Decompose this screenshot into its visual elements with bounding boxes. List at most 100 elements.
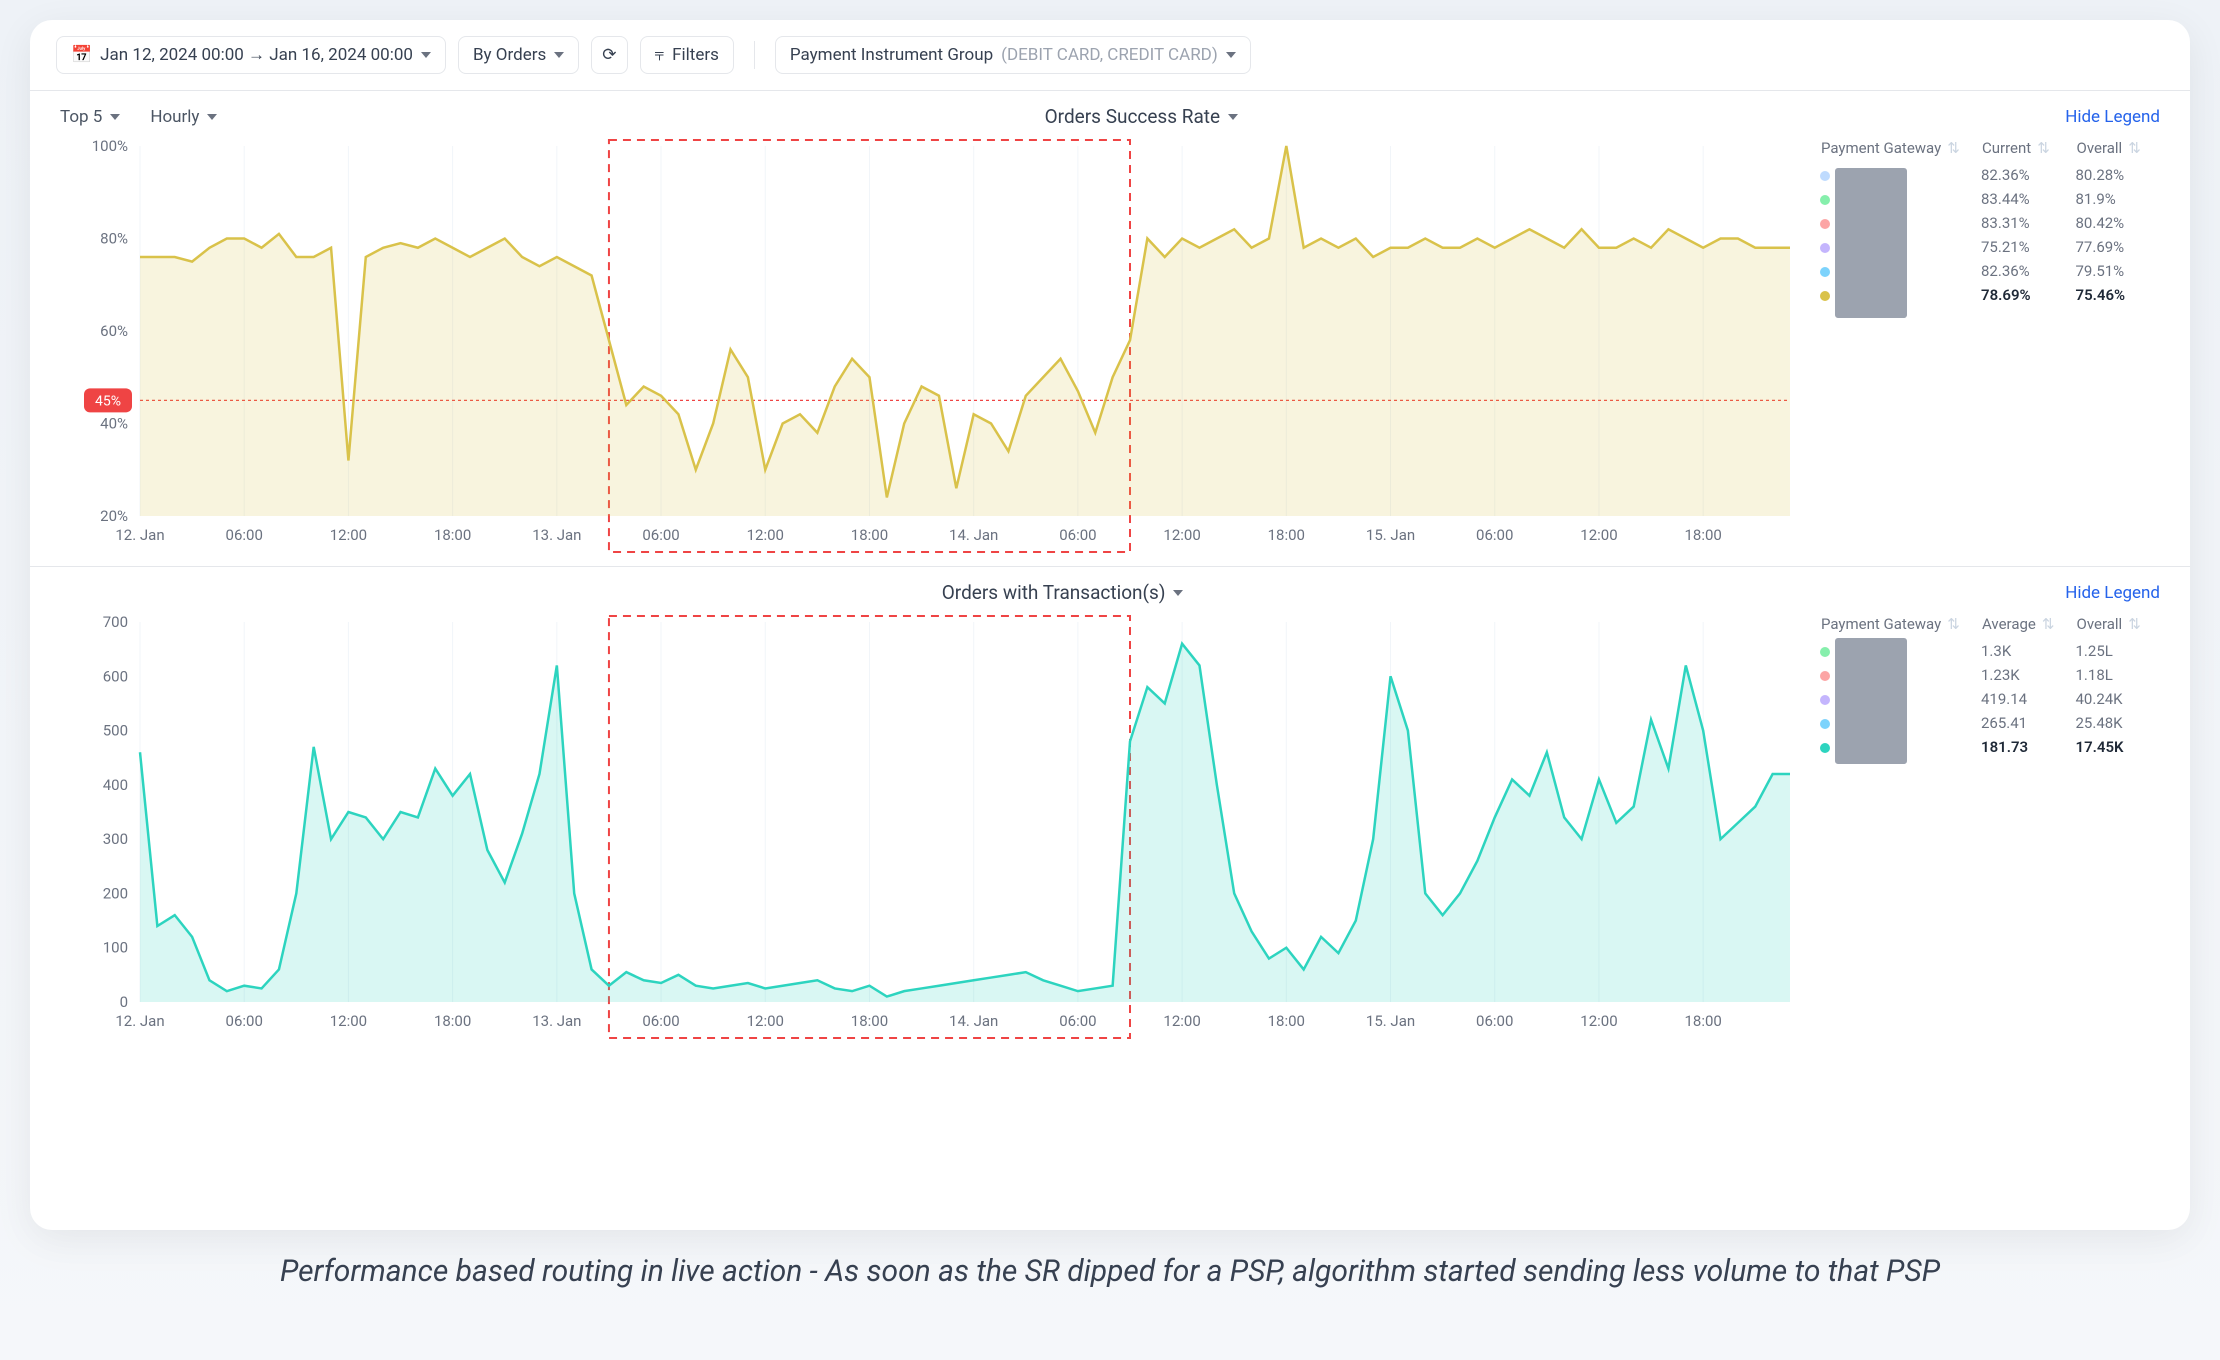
svg-text:0: 0 bbox=[120, 993, 128, 1011]
svg-text:06:00: 06:00 bbox=[1476, 1012, 1513, 1030]
instrument-label: Payment Instrument Group bbox=[790, 45, 993, 65]
svg-text:12:00: 12:00 bbox=[330, 526, 367, 544]
date-range-picker[interactable]: 📅 Jan 12, 2024 00:00 → Jan 16, 2024 00:0… bbox=[56, 36, 446, 74]
chevron-down-icon[interactable] bbox=[1228, 114, 1238, 120]
svg-text:600: 600 bbox=[103, 667, 128, 685]
chevron-down-icon bbox=[110, 114, 120, 120]
svg-text:15. Jan: 15. Jan bbox=[1366, 526, 1415, 544]
col-gateway[interactable]: Payment Gateway bbox=[1821, 615, 1941, 633]
svg-text:40%: 40% bbox=[100, 415, 128, 433]
filters-label: Filters bbox=[672, 45, 719, 65]
instrument-group-select[interactable]: Payment Instrument Group (DEBIT CARD, CR… bbox=[775, 36, 1251, 74]
svg-text:12:00: 12:00 bbox=[1163, 526, 1200, 544]
svg-text:18:00: 18:00 bbox=[1684, 1012, 1721, 1030]
svg-text:12:00: 12:00 bbox=[1580, 1012, 1617, 1030]
svg-text:300: 300 bbox=[103, 830, 128, 848]
svg-text:100%: 100% bbox=[92, 137, 128, 155]
filter-icon: ⇅ bbox=[2037, 139, 2050, 157]
svg-text:12:00: 12:00 bbox=[747, 526, 784, 544]
svg-text:18:00: 18:00 bbox=[851, 1012, 888, 1030]
chart2-legend: Payment Gateway⇅ Average⇅ Overall⇅ PA1.3… bbox=[1810, 608, 2190, 1052]
instrument-value: (DEBIT CARD, CREDIT CARD) bbox=[1001, 45, 1218, 65]
svg-text:12:00: 12:00 bbox=[1163, 1012, 1200, 1030]
chevron-down-icon bbox=[421, 52, 431, 58]
filter-icon: ⇅ bbox=[2128, 615, 2141, 633]
filter-icon: ⇅ bbox=[1947, 139, 1960, 157]
svg-text:80%: 80% bbox=[100, 230, 128, 248]
refresh-button[interactable]: ⟳ bbox=[591, 36, 627, 74]
toolbar: 📅 Jan 12, 2024 00:00 → Jan 16, 2024 00:0… bbox=[30, 20, 2190, 91]
chart1-plot: 20% 40% 60% 80% 100% 12. Jan 06:00 12:00 18:00 13… bbox=[30, 132, 1810, 566]
svg-text:12:00: 12:00 bbox=[1580, 526, 1617, 544]
svg-text:60%: 60% bbox=[100, 322, 128, 340]
svg-text:06:00: 06:00 bbox=[226, 1012, 263, 1030]
col-overall[interactable]: Overall bbox=[2077, 139, 2123, 157]
svg-text:13. Jan: 13. Jan bbox=[532, 1012, 581, 1030]
group-by-label: By Orders bbox=[473, 45, 546, 65]
toolbar-divider bbox=[754, 41, 755, 69]
date-range-text: Jan 12, 2024 00:00 → Jan 16, 2024 00:00 bbox=[100, 45, 413, 65]
chart-title: Orders with Transaction(s) bbox=[942, 581, 1166, 604]
chart-success-rate: Top 5 Hourly Orders Success Rate Hide Le… bbox=[30, 91, 2190, 566]
dashboard-frame: 📅 Jan 12, 2024 00:00 → Jan 16, 2024 00:0… bbox=[30, 20, 2190, 1230]
svg-text:06:00: 06:00 bbox=[1476, 526, 1513, 544]
calendar-icon: 📅 bbox=[71, 45, 92, 65]
svg-text:100: 100 bbox=[103, 939, 128, 957]
svg-text:14. Jan: 14. Jan bbox=[949, 526, 998, 544]
svg-text:12:00: 12:00 bbox=[330, 1012, 367, 1030]
filter-icon: ⇅ bbox=[2042, 615, 2055, 633]
interval-label: Hourly bbox=[150, 107, 199, 127]
col-overall[interactable]: Overall bbox=[2077, 615, 2123, 633]
hide-legend-link[interactable]: Hide Legend bbox=[2065, 107, 2160, 127]
chart2-svg: 0 100 200 300 400 500 600 700 12. Jan 06:00 12:00 1… bbox=[60, 612, 1810, 1042]
svg-text:12:00: 12:00 bbox=[747, 1012, 784, 1030]
svg-text:500: 500 bbox=[103, 722, 128, 740]
svg-text:06:00: 06:00 bbox=[642, 526, 679, 544]
svg-text:18:00: 18:00 bbox=[1268, 1012, 1305, 1030]
svg-text:20%: 20% bbox=[100, 507, 128, 525]
chevron-down-icon bbox=[554, 52, 564, 58]
chevron-down-icon[interactable] bbox=[1173, 590, 1183, 596]
filter-icon: ⇅ bbox=[2128, 139, 2141, 157]
svg-text:200: 200 bbox=[103, 884, 128, 902]
refresh-icon: ⟳ bbox=[602, 45, 616, 65]
svg-text:14. Jan: 14. Jan bbox=[949, 1012, 998, 1030]
svg-text:400: 400 bbox=[103, 776, 128, 794]
filters-button[interactable]: ⫧ Filters bbox=[640, 36, 734, 74]
svg-text:18:00: 18:00 bbox=[1268, 526, 1305, 544]
svg-text:45%: 45% bbox=[95, 393, 121, 409]
chevron-down-icon bbox=[1226, 52, 1236, 58]
svg-text:06:00: 06:00 bbox=[1059, 1012, 1096, 1030]
filter-icon: ⫧ bbox=[655, 45, 665, 65]
figure-caption: Performance based routing in live action… bbox=[30, 1230, 2190, 1293]
svg-text:18:00: 18:00 bbox=[851, 526, 888, 544]
chart1-svg: 20% 40% 60% 80% 100% 12. Jan 06:00 12:00 18:00 13… bbox=[60, 136, 1810, 556]
topn-select[interactable]: Top 5 bbox=[60, 107, 120, 127]
redaction-block bbox=[1835, 638, 1907, 764]
svg-text:15. Jan: 15. Jan bbox=[1366, 1012, 1415, 1030]
col-current[interactable]: Current bbox=[1982, 139, 2031, 157]
svg-text:12. Jan: 12. Jan bbox=[115, 1012, 164, 1030]
svg-text:06:00: 06:00 bbox=[642, 1012, 679, 1030]
svg-text:13. Jan: 13. Jan bbox=[532, 526, 581, 544]
svg-text:18:00: 18:00 bbox=[1684, 526, 1721, 544]
svg-text:18:00: 18:00 bbox=[434, 526, 471, 544]
col-gateway[interactable]: Payment Gateway bbox=[1821, 139, 1941, 157]
redaction-block bbox=[1835, 168, 1907, 318]
svg-text:06:00: 06:00 bbox=[226, 526, 263, 544]
svg-text:12. Jan: 12. Jan bbox=[115, 526, 164, 544]
col-average[interactable]: Average bbox=[1982, 615, 2036, 633]
topn-label: Top 5 bbox=[60, 107, 102, 127]
svg-text:700: 700 bbox=[103, 613, 128, 631]
group-by-select[interactable]: By Orders bbox=[458, 36, 579, 74]
chevron-down-icon bbox=[207, 114, 217, 120]
chart-transactions: Orders with Transaction(s) Hide Legend 0… bbox=[30, 567, 2190, 1052]
chart-title: Orders Success Rate bbox=[1045, 105, 1220, 128]
interval-select[interactable]: Hourly bbox=[150, 107, 217, 127]
svg-text:06:00: 06:00 bbox=[1059, 526, 1096, 544]
chart2-plot: 0 100 200 300 400 500 600 700 12. Jan 06:00 12:00 1… bbox=[30, 608, 1810, 1052]
chart1-legend: Payment Gateway⇅ Current⇅ Overall⇅ Overa… bbox=[1810, 132, 2190, 566]
hide-legend-link[interactable]: Hide Legend bbox=[2065, 583, 2160, 603]
filter-icon: ⇅ bbox=[1947, 615, 1960, 633]
svg-text:18:00: 18:00 bbox=[434, 1012, 471, 1030]
